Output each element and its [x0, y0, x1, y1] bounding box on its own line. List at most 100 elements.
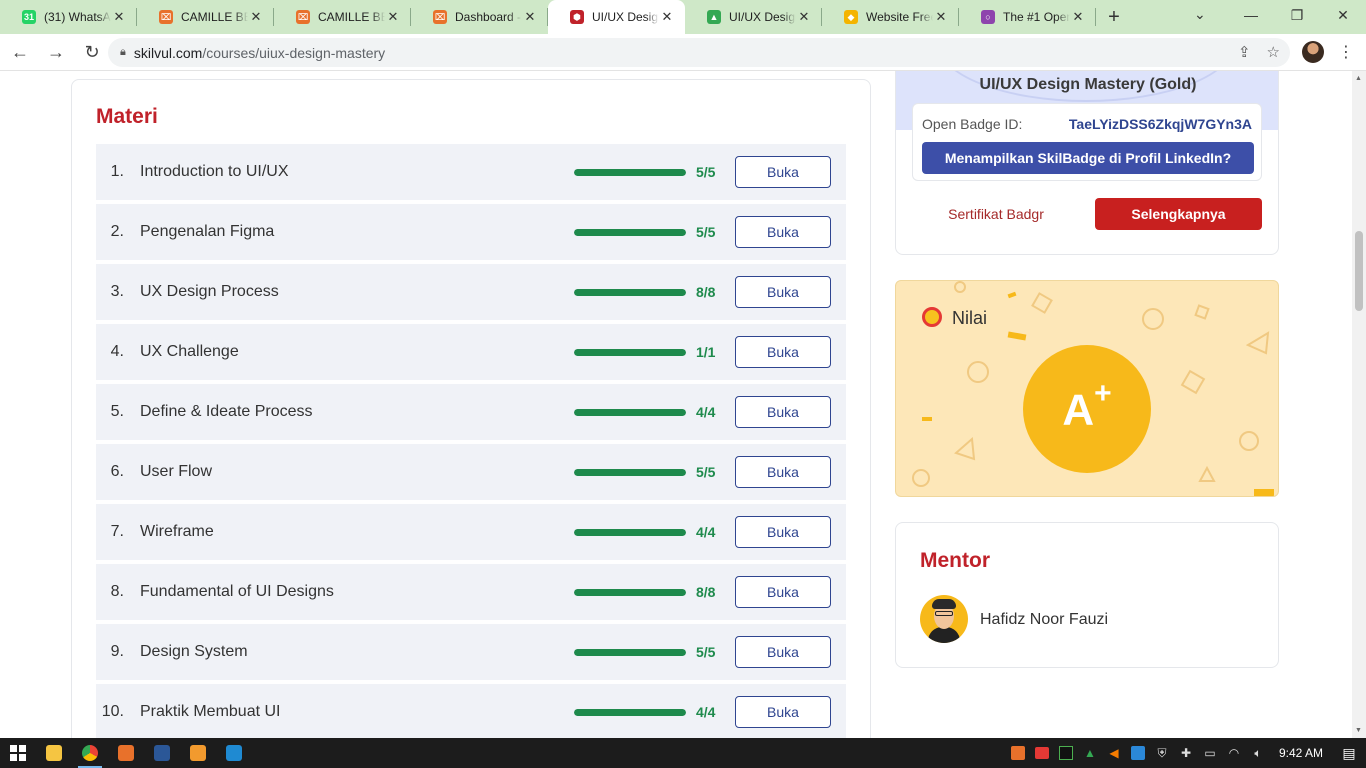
shield-icon[interactable]: ⛨: [1150, 738, 1174, 768]
avatar-body: [928, 627, 960, 643]
page-scrollbar[interactable]: ▲ ▼: [1352, 71, 1366, 738]
open-lesson-button[interactable]: Buka: [735, 636, 831, 668]
restore-icon[interactable]: ❐: [1274, 0, 1320, 30]
vscode-icon[interactable]: [216, 738, 252, 768]
browser-tab[interactable]: ⌧ Dashboard - S✕: [411, 0, 548, 34]
lesson-progress-bar: [574, 468, 686, 476]
volume-icon[interactable]: 🔈︎: [1246, 738, 1270, 768]
browser-tab-bar: 31(31) WhatsApp✕⌧CAMILLE BEUR✕⌧CAMILLE B…: [0, 0, 1366, 34]
word-icon[interactable]: [144, 738, 180, 768]
tab-title: CAMILLE BEUR: [318, 10, 385, 24]
badge-name: UI/UX Design Mastery (Gold): [979, 76, 1197, 93]
tab-close-icon[interactable]: ✕: [522, 9, 538, 25]
wifi-icon[interactable]: ◠: [1222, 738, 1246, 768]
lesson-number: 5.: [110, 403, 124, 420]
xampp-tray-icon[interactable]: [1006, 738, 1030, 768]
tab-close-icon[interactable]: ✕: [796, 9, 812, 25]
browser-tab[interactable]: ⬢ UI/UX Design ✕: [548, 0, 685, 34]
linkedin-badge-button[interactable]: Menampilkan SkilBadge di Profil LinkedIn…: [922, 142, 1254, 174]
bookmark-star-icon[interactable]: ☆: [1267, 43, 1280, 61]
windows-start-icon[interactable]: [0, 738, 36, 768]
audio-alert-tray-icon[interactable]: ◀: [1102, 738, 1126, 768]
open-lesson-button[interactable]: Buka: [735, 516, 831, 548]
open-lesson-button[interactable]: Buka: [735, 336, 831, 368]
xampp-icon[interactable]: [108, 738, 144, 768]
new-tab-button[interactable]: +: [1096, 0, 1132, 34]
profile-avatar[interactable]: [1302, 41, 1324, 63]
sublime-icon[interactable]: [180, 738, 216, 768]
materi-title: Materi: [96, 105, 158, 128]
tab-close-icon[interactable]: ✕: [1070, 9, 1086, 25]
tab-search-icon[interactable]: ⌄: [1194, 6, 1206, 23]
security-tray-icon[interactable]: ✚: [1174, 738, 1198, 768]
open-lesson-button[interactable]: Buka: [735, 456, 831, 488]
grade-circle: A+: [1023, 345, 1151, 473]
tab-close-icon[interactable]: ✕: [659, 9, 675, 25]
badge-info-box: Open Badge ID: TaeLYizDSS6ZkqjW7GYn3A Me…: [912, 103, 1262, 181]
tab-close-icon[interactable]: ✕: [248, 9, 264, 25]
windows-taskbar: ▲ ◀ ⛨ ✚ ▭ ◠ 🔈︎ 9:42 AM ▤: [0, 738, 1366, 768]
address-bar[interactable]: 🔒︎ skilvul.com/courses/uiux-design-maste…: [108, 38, 1290, 67]
open-lesson-button[interactable]: Buka: [735, 156, 831, 188]
browser-tab[interactable]: ◆ Website Free ✕: [822, 0, 959, 34]
share-icon[interactable]: ⇪: [1238, 43, 1251, 61]
back-icon[interactable]: ←: [4, 36, 36, 68]
lesson-progress-bar: [574, 528, 686, 536]
grade-letter: A: [1062, 385, 1095, 435]
open-lesson-button[interactable]: Buka: [735, 396, 831, 428]
tab-title: (31) WhatsApp: [44, 10, 111, 24]
file-explorer-icon[interactable]: [36, 738, 72, 768]
browser-tab[interactable]: ▲ UI/UX Design ✕: [685, 0, 822, 34]
lesson-row: 3. UX Design Process 8/8 Buka: [96, 264, 846, 320]
decor-dash: [1007, 291, 1017, 299]
lesson-progress-bar: [574, 408, 686, 416]
certificate-badgr-button[interactable]: Sertifikat Badgr: [926, 198, 1066, 230]
lesson-progress-bar: [574, 228, 686, 236]
decor-square: [1194, 304, 1210, 320]
open-lesson-button[interactable]: Buka: [735, 576, 831, 608]
battery-icon[interactable]: ▭: [1198, 738, 1222, 768]
lesson-progress-fill: [574, 168, 686, 176]
reload-icon[interactable]: ↻: [76, 36, 108, 68]
tab-close-icon[interactable]: ✕: [111, 9, 127, 25]
scrollbar-thumb[interactable]: [1355, 231, 1363, 311]
page-viewport: Materi 1. Introduction to UI/UX 5/5 Buka 2. P…: [0, 71, 1352, 738]
browser-tab[interactable]: ⌧ CAMILLE BEUR✕: [274, 0, 411, 34]
lesson-progress-bar: [574, 648, 686, 656]
lesson-name: Define & Ideate Process: [140, 403, 313, 420]
drive-tray-icon[interactable]: ▲: [1078, 738, 1102, 768]
scroll-up-icon[interactable]: ▲: [1355, 75, 1362, 82]
minimize-icon[interactable]: —: [1228, 0, 1274, 30]
monitor-tray-icon[interactable]: [1054, 738, 1078, 768]
open-lesson-button[interactable]: Buka: [735, 276, 831, 308]
open-lesson-button[interactable]: Buka: [735, 696, 831, 728]
scroll-down-icon[interactable]: ▼: [1355, 727, 1362, 734]
tab-favicon-icon: ⌧: [159, 10, 173, 24]
recorder-tray-icon[interactable]: [1030, 738, 1054, 768]
browser-tab[interactable]: 31 (31) WhatsApp✕: [0, 0, 137, 34]
open-lesson-button[interactable]: Buka: [735, 216, 831, 248]
lesson-progress-fill: [574, 228, 686, 236]
system-tray: ▲ ◀ ⛨ ✚ ▭ ◠ 🔈︎ 9:42 AM ▤: [1006, 738, 1366, 768]
forward-icon[interactable]: →: [40, 36, 72, 68]
tab-title: Website Free: [866, 10, 933, 24]
notification-icon[interactable]: ▤: [1332, 745, 1366, 762]
browser-menu-icon[interactable]: ⋮: [1338, 42, 1354, 62]
browser-tab[interactable]: ○ The #1 Open ✕: [959, 0, 1096, 34]
grade-modifier: +: [1094, 376, 1112, 410]
tab-title: CAMILLE BEUR: [181, 10, 248, 24]
taskbar-clock[interactable]: 9:42 AM: [1270, 746, 1332, 760]
lock-icon[interactable]: 🔒︎: [120, 46, 126, 59]
tab-close-icon[interactable]: ✕: [933, 9, 949, 25]
badge-id-value[interactable]: TaeLYizDSS6ZkqjW7GYn3A: [1069, 116, 1252, 132]
network-app-tray-icon[interactable]: [1126, 738, 1150, 768]
tab-title: The #1 Open: [1003, 10, 1070, 24]
more-button[interactable]: Selengkapnya: [1095, 198, 1262, 230]
tab-close-icon[interactable]: ✕: [385, 9, 401, 25]
lesson-progress-count: 5/5: [696, 464, 716, 480]
decor-circle: [1142, 308, 1164, 330]
browser-tab[interactable]: ⌧ CAMILLE BEUR✕: [137, 0, 274, 34]
tab-favicon-icon: ○: [981, 10, 995, 24]
close-window-icon[interactable]: ✕: [1320, 0, 1366, 30]
chrome-icon[interactable]: [72, 738, 108, 768]
